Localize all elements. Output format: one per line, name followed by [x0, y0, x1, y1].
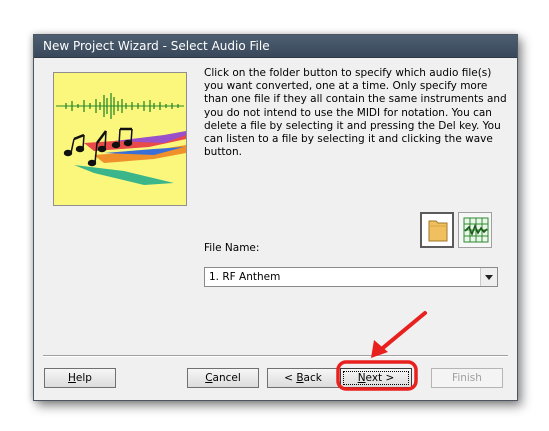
wave-button[interactable]	[458, 212, 492, 248]
back-label: ack	[303, 372, 322, 384]
help-mnemonic: H	[68, 372, 76, 384]
chevron-down-icon	[485, 275, 493, 280]
help-label: elp	[75, 372, 92, 384]
waveform-graphic	[56, 93, 184, 119]
back-mnemonic: B	[296, 372, 304, 384]
help-button[interactable]: Help	[44, 368, 116, 388]
next-label: ext >	[365, 372, 395, 384]
back-prefix: <	[284, 372, 297, 384]
cancel-mnemonic: C	[205, 372, 213, 384]
wizard-illustration	[53, 72, 187, 206]
wizard-dialog: New Project Wizard - Select Audio File C…	[33, 34, 518, 401]
folder-button[interactable]	[420, 212, 454, 248]
button-separator	[43, 355, 508, 357]
title-bar[interactable]: New Project Wizard - Select Audio File	[34, 35, 517, 58]
ribbon-teal	[74, 165, 174, 185]
file-name-selected: 1. RF Anthem	[209, 271, 281, 283]
file-name-dropdown[interactable]: 1. RF Anthem	[204, 267, 498, 287]
dropdown-arrow[interactable]	[480, 268, 497, 286]
file-name-label: File Name:	[204, 242, 260, 254]
window-title: New Project Wizard - Select Audio File	[43, 39, 270, 53]
next-mnemonic: N	[357, 372, 366, 384]
instructions-text: Click on the folder button to specify wh…	[204, 67, 507, 159]
cancel-label: ancel	[212, 372, 241, 384]
cancel-button[interactable]: Cancel	[187, 368, 259, 388]
finish-label: Finish	[452, 372, 482, 384]
next-button[interactable]: Next >	[340, 368, 412, 388]
back-button[interactable]: < Back	[267, 368, 339, 388]
finish-button: Finish	[431, 368, 503, 388]
